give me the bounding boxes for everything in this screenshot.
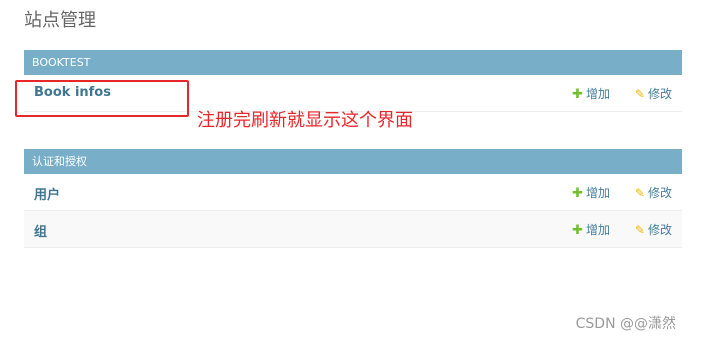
pencil-icon: ✎ [634,186,645,200]
pencil-icon: ✎ [634,87,645,101]
add-label: 增加 [585,186,610,200]
change-label: 修改 [647,186,672,200]
module-header-booktest[interactable]: BOOKTEST [24,50,682,75]
csdn-watermark: CSDN @@潇然 [575,316,676,332]
add-book-infos-button[interactable]: ✚ 增加 [572,85,610,102]
change-label: 修改 [647,223,672,237]
model-row-groups: 组 ✚ 增加 ✎ 修改 [24,211,682,248]
change-label: 修改 [647,87,672,101]
model-link-groups[interactable]: 组 [34,221,47,240]
plus-icon: ✚ [572,223,583,238]
plus-icon: ✚ [572,87,583,102]
module-auth: 认证和授权 用户 ✚ 增加 ✎ 修改 组 ✚ 增加 ✎ 修改 [24,149,682,248]
add-label: 增加 [585,87,610,101]
add-label: 增加 [585,223,610,237]
pencil-icon: ✎ [634,223,645,237]
module-header-auth[interactable]: 认证和授权 [24,149,682,174]
model-link-users[interactable]: 用户 [34,184,60,203]
admin-page: 站点管理 BOOKTEST Book infos ✚ 增加 ✎ 修改 认证和授权 用… [0,0,702,345]
model-row-users: 用户 ✚ 增加 ✎ 修改 [24,174,682,211]
change-groups-button[interactable]: ✎ 修改 [635,221,672,238]
plus-icon: ✚ [572,186,583,201]
add-groups-button[interactable]: ✚ 增加 [572,221,610,238]
annotation-highlight-box [15,80,189,117]
change-book-infos-button[interactable]: ✎ 修改 [635,85,672,102]
add-users-button[interactable]: ✚ 增加 [572,184,610,201]
change-users-button[interactable]: ✎ 修改 [635,184,672,201]
page-title: 站点管理 [24,10,96,31]
annotation-text: 注册完刷新就显示这个界面 [197,110,413,131]
